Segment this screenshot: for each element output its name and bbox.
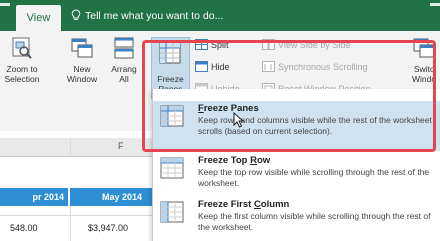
- header-cell-may-2014[interactable]: May 2014: [70, 188, 152, 206]
- tab-edge-right: [430, 3, 440, 6]
- freeze-top-row-title: Freeze Top Row: [198, 155, 271, 166]
- column-gridline: [70, 206, 71, 241]
- menu-item-freeze-top-row[interactable]: Freeze Top Row Keep the top row visible …: [153, 153, 440, 197]
- arrange-label-1: Arrang: [111, 64, 137, 74]
- column-header-row: F: [0, 138, 160, 157]
- cell-may-2014-value[interactable]: $3,947.00: [88, 223, 128, 233]
- arrange-all-button[interactable]: Arrang All: [106, 35, 142, 84]
- new-window-label-1: New: [73, 64, 91, 74]
- zoom-label-2: Selection: [4, 74, 40, 84]
- cell-apr-2014-value[interactable]: 548.00: [10, 223, 38, 233]
- freeze-first-column-description: Keep the first column visible while scro…: [198, 211, 431, 232]
- freeze-top-row-icon: [160, 157, 184, 179]
- mouse-pointer-icon: [233, 112, 244, 128]
- zoom-selection-icon: [12, 37, 32, 59]
- lightbulb-icon: [71, 9, 81, 20]
- freeze-top-row-description: Keep the top row visible while scrolling…: [198, 167, 430, 188]
- zoom-to-selection-button[interactable]: Zoom to Selection: [0, 35, 44, 84]
- column-header-f: F: [118, 141, 124, 151]
- new-window-icon: [71, 38, 93, 58]
- tab-edge-left: [0, 3, 10, 6]
- zoom-label-1: Zoom to: [6, 64, 38, 74]
- tell-me-text: Tell me what you want to do...: [85, 10, 224, 22]
- new-window-label-2: Window: [66, 74, 98, 84]
- menu-item-freeze-first-column[interactable]: Freeze First Column Keep the first colum…: [153, 197, 440, 241]
- tab-view[interactable]: View: [16, 5, 61, 31]
- header-divider: [70, 138, 71, 156]
- tell-me-search[interactable]: Tell me what you want to do...: [71, 9, 223, 22]
- arrange-all-icon: [114, 37, 134, 59]
- freeze-first-column-icon: [160, 201, 184, 223]
- arrange-label-2: All: [119, 74, 129, 84]
- ribbon-tab-bar: View Tell me what you want to do...: [0, 0, 440, 31]
- header-cell-apr-2014[interactable]: pr 2014: [0, 188, 68, 206]
- new-window-button[interactable]: New Window: [64, 35, 100, 84]
- highlight-callout-box: [142, 40, 436, 152]
- row-gridline: [0, 215, 152, 216]
- freeze-first-column-title: Freeze First Column: [198, 199, 290, 210]
